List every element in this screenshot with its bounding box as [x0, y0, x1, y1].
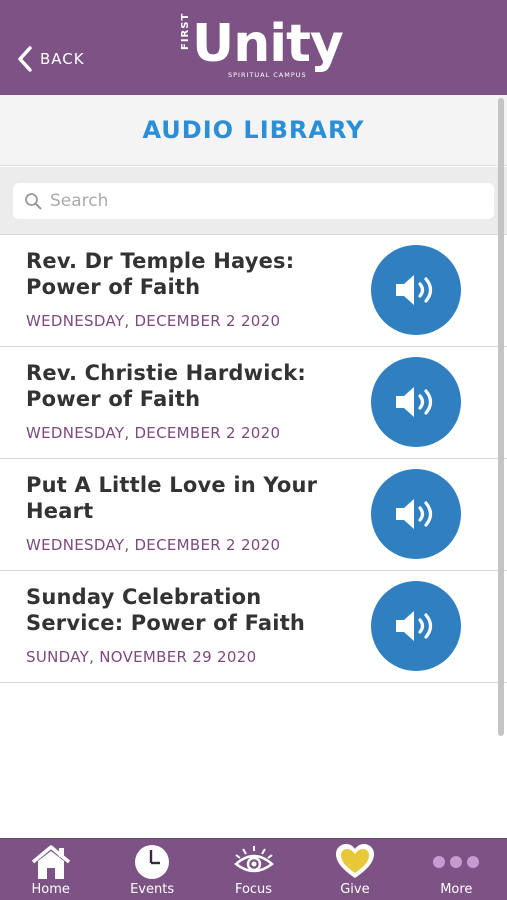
- first-unity-logo: FIRST Unity SPIRITUAL CAMPUS: [180, 13, 344, 82]
- audio-date: WEDNESDAY, DECEMBER 2 2020: [26, 536, 281, 554]
- audio-date: SUNDAY, NOVEMBER 29 2020: [26, 648, 257, 666]
- audio-list-item[interactable]: Sunday Celebration Service: Power of Fai…: [0, 571, 507, 683]
- audio-title: Sunday Celebration Service: Power of Fai…: [26, 585, 306, 635]
- audio-date: WEDNESDAY, DECEMBER 2 2020: [26, 312, 281, 330]
- play-audio-button[interactable]: [371, 469, 461, 559]
- tab-label: Events: [130, 882, 175, 897]
- play-audio-button[interactable]: [371, 357, 461, 447]
- speaker-icon: [396, 611, 433, 641]
- logo-prefix: FIRST: [180, 12, 191, 50]
- tab-label: Give: [340, 882, 370, 897]
- audio-title: Rev. Dr Temple Hayes: Power of Faith: [26, 249, 295, 299]
- title-band: AUDIO LIBRARY: [0, 95, 507, 166]
- tab-bar: Home Events Focus Give More: [0, 838, 507, 900]
- heart-icon: [334, 842, 376, 882]
- play-audio-button[interactable]: [371, 245, 461, 335]
- more-dots-icon: [432, 842, 480, 882]
- audio-date: WEDNESDAY, DECEMBER 2 2020: [26, 424, 281, 442]
- search-icon: [25, 193, 42, 210]
- speaker-icon: [396, 387, 433, 417]
- search-input[interactable]: [50, 191, 470, 211]
- tab-label: More: [440, 882, 473, 897]
- audio-list-item[interactable]: Rev. Dr Temple Hayes: Power of Faith WED…: [0, 235, 507, 347]
- audio-list: Rev. Dr Temple Hayes: Power of Faith WED…: [0, 235, 507, 683]
- chevron-left-icon: [18, 46, 32, 72]
- home-icon: [29, 842, 73, 882]
- speaker-icon: [396, 275, 433, 305]
- tab-home[interactable]: Home: [0, 839, 101, 900]
- eye-icon: [233, 842, 275, 882]
- scrollbar[interactable]: [498, 98, 504, 736]
- audio-list-item[interactable]: Rev. Christie Hardwick: Power of Faith W…: [0, 347, 507, 459]
- audio-title: Rev. Christie Hardwick: Power of Faith: [26, 361, 307, 411]
- audio-title: Put A Little Love in Your Heart: [26, 473, 318, 523]
- logo-name: Unity: [192, 14, 344, 74]
- tab-events[interactable]: Events: [101, 839, 202, 900]
- app-header: BACK FIRST Unity SPIRITUAL CAMPUS: [0, 0, 507, 95]
- search-box[interactable]: [13, 183, 494, 219]
- audio-list-item[interactable]: Put A Little Love in Your Heart WEDNESDA…: [0, 459, 507, 571]
- tab-more[interactable]: More: [406, 839, 507, 900]
- logo-subtitle: SPIRITUAL CAMPUS: [228, 71, 307, 79]
- tab-focus[interactable]: Focus: [203, 839, 304, 900]
- tab-label: Focus: [234, 882, 273, 897]
- play-audio-button[interactable]: [371, 581, 461, 671]
- page-title: AUDIO LIBRARY: [142, 116, 365, 144]
- speaker-icon: [396, 499, 433, 529]
- back-label: BACK: [40, 50, 85, 68]
- tab-label: Home: [31, 882, 70, 897]
- clock-icon: [134, 842, 170, 882]
- search-bar: [0, 167, 507, 235]
- back-button[interactable]: BACK: [16, 44, 85, 74]
- tab-give[interactable]: Give: [304, 839, 405, 900]
